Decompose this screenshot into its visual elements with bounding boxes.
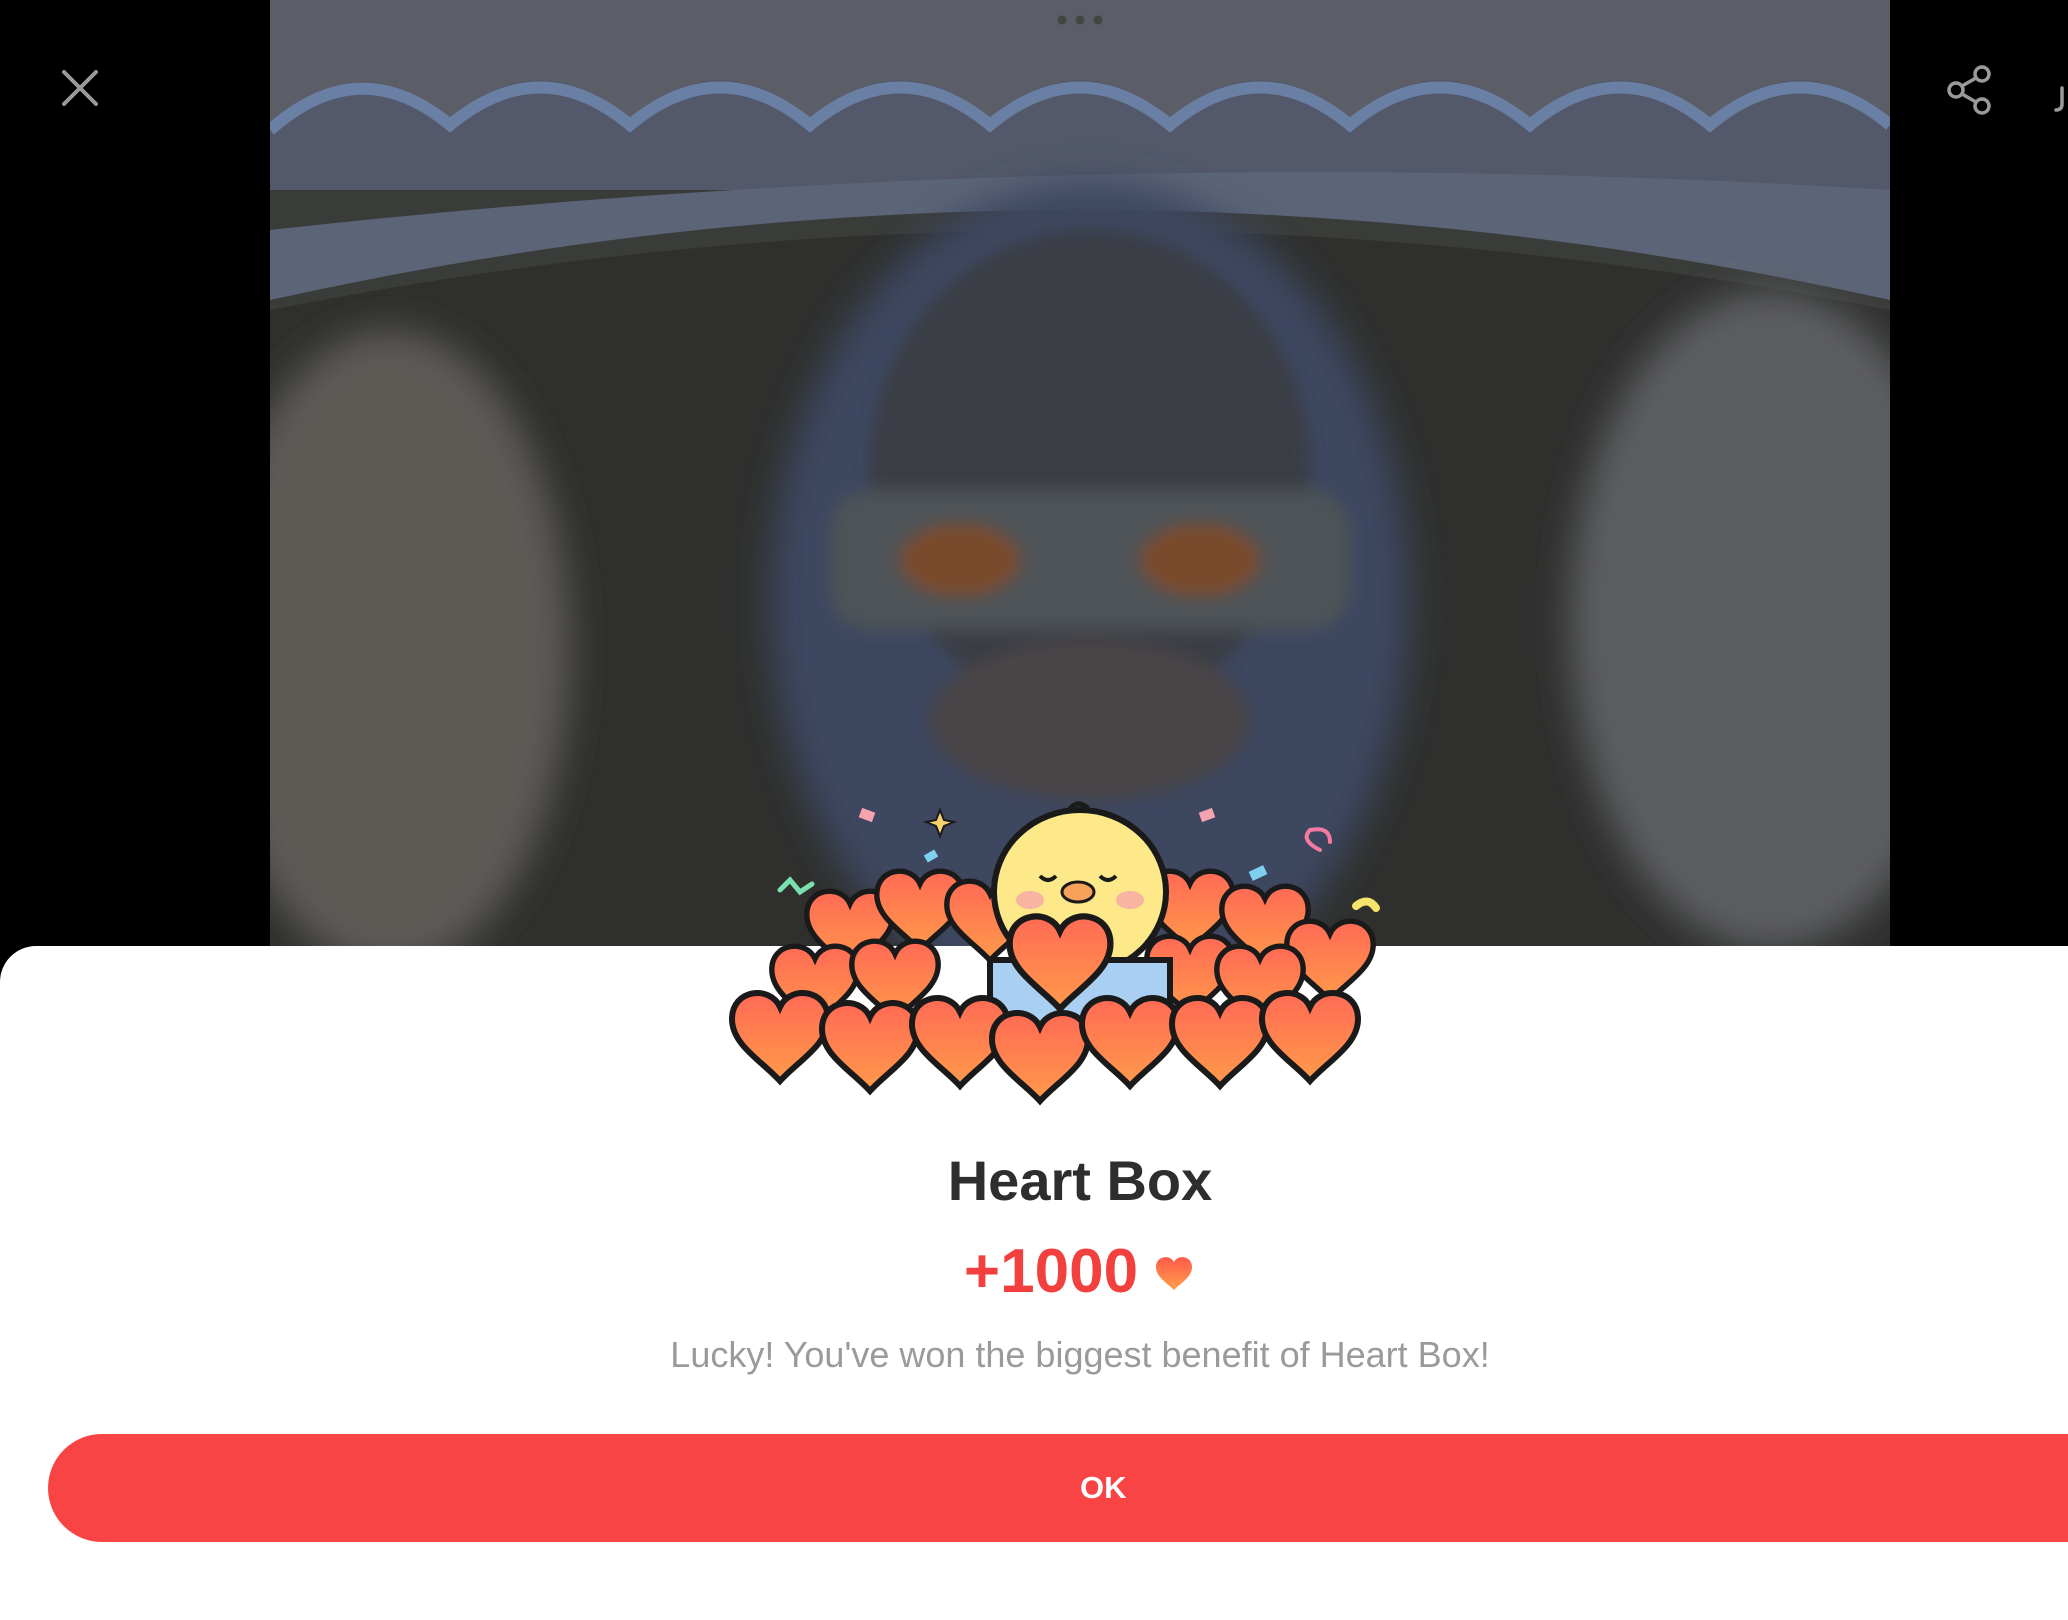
partial-edge-icon[interactable] bbox=[2052, 84, 2068, 114]
reward-row: +1000 bbox=[0, 1236, 2068, 1307]
popup-title: Heart Box bbox=[947, 1149, 1213, 1212]
reward-message: Lucky! You've won the biggest benefit of… bbox=[670, 1334, 1490, 1375]
more-dots-icon bbox=[1057, 15, 1103, 25]
screen: Heart Box +1000 Lucky! You've won the bi… bbox=[0, 0, 2068, 1620]
close-button[interactable] bbox=[56, 64, 104, 112]
more-options-button[interactable] bbox=[1054, 8, 1106, 32]
ok-button[interactable]: OK bbox=[48, 1434, 2068, 1542]
edge-icon bbox=[2054, 86, 2064, 112]
heart-box-illustration bbox=[720, 801, 1380, 1110]
heart-icon bbox=[1156, 1256, 1193, 1290]
reward-amount: +1000 bbox=[963, 1237, 1139, 1306]
ok-button-label: OK bbox=[1080, 1470, 1127, 1505]
share-icon bbox=[1947, 65, 1991, 115]
close-icon bbox=[62, 70, 98, 106]
share-button[interactable] bbox=[1944, 64, 1996, 116]
